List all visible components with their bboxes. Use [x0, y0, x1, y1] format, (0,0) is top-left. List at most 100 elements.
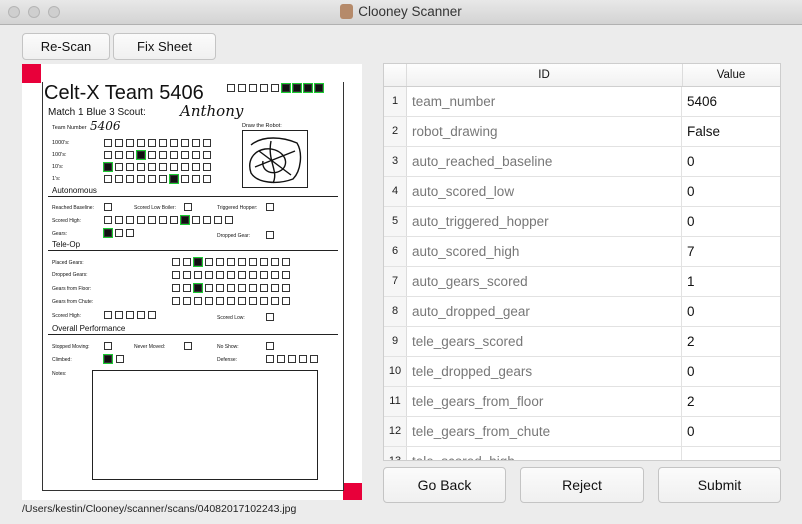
row-id-cell: tele_scored_high: [406, 447, 682, 460]
top-mark: [260, 84, 268, 92]
tele-bubble: [260, 258, 268, 266]
top-mark: [282, 84, 290, 92]
tele-bubble: [216, 284, 224, 292]
row-value-cell[interactable]: 7: [682, 237, 780, 266]
row-number: 2: [384, 117, 407, 146]
tele-bubble: [194, 271, 202, 279]
reject-button[interactable]: Reject: [520, 467, 644, 503]
digit-bubble: [104, 151, 112, 159]
tele-bubble: [216, 271, 224, 279]
defense-bubble: [299, 355, 307, 363]
table-row[interactable]: 7 auto_gears_scored 1: [384, 267, 780, 297]
tele-bubble: [238, 284, 246, 292]
digit-bubble: [192, 163, 200, 171]
file-path: /Users/kestin/Clooney/scanner/scans/0408…: [22, 503, 297, 515]
section-divider: [48, 250, 338, 251]
gears-from-floor-label: Gears from Floor:: [52, 286, 92, 292]
row-value-cell[interactable]: 2: [682, 327, 780, 356]
digit-bubble: [159, 175, 167, 183]
rescan-button[interactable]: Re-Scan: [22, 33, 110, 60]
digit-bubble: [148, 139, 156, 147]
table-row[interactable]: 3 auto_reached_baseline 0: [384, 147, 780, 177]
row-id-cell: tele_dropped_gears: [406, 357, 682, 386]
tele-bubble: [205, 271, 213, 279]
defense-label: Defense:: [217, 357, 238, 363]
data-table[interactable]: ID Value 1 team_number 5406 2 robot_drawing F…: [383, 63, 781, 461]
go-back-button[interactable]: Go Back: [383, 467, 506, 503]
auto-gear-bubble: [104, 229, 112, 237]
row-value-cell[interactable]: 0: [682, 177, 780, 206]
auto-scored-high-label: Scored High:: [52, 218, 81, 224]
table-row[interactable]: 11 tele_gears_from_floor 2: [384, 387, 780, 417]
value-column-header[interactable]: Value: [682, 64, 780, 86]
tele-bubble: [183, 284, 191, 292]
row-number: 13: [384, 447, 407, 460]
digit-bubble: [137, 175, 145, 183]
top-mark: [238, 84, 246, 92]
digit-bubble: [203, 139, 211, 147]
row-value-cell[interactable]: 2: [682, 387, 780, 416]
table-row[interactable]: 9 tele_gears_scored 2: [384, 327, 780, 357]
row-id-cell: auto_scored_low: [406, 177, 682, 206]
digit-bubble: [170, 163, 178, 171]
table-row[interactable]: 5 auto_triggered_hopper 0: [384, 207, 780, 237]
sheet-subtitle: Match 1 Blue 3 Scout:: [48, 107, 146, 118]
digit-bubble: [148, 151, 156, 159]
row-value-cell[interactable]: 0: [682, 297, 780, 326]
row-value-cell[interactable]: 0: [682, 357, 780, 386]
row-number: 3: [384, 147, 407, 176]
tele-scored-low-box: [266, 313, 274, 321]
digit-bubble: [192, 139, 200, 147]
table-row[interactable]: 12 tele_gears_from_chute 0: [384, 417, 780, 447]
row-id-cell: robot_drawing: [406, 117, 682, 146]
section-teleop: Tele-Op: [52, 240, 81, 249]
table-row[interactable]: 6 auto_scored_high 7: [384, 237, 780, 267]
climbed-label: Climbed:: [52, 357, 72, 363]
auto-high-bubble: [203, 216, 211, 224]
digit-bubble: [203, 175, 211, 183]
tele-bubble: [238, 258, 246, 266]
tele-bubble: [205, 297, 213, 305]
table-row[interactable]: 8 auto_dropped_gear 0: [384, 297, 780, 327]
table-row[interactable]: 1 team_number 5406: [384, 87, 780, 117]
submit-button[interactable]: Submit: [658, 467, 781, 503]
table-row[interactable]: 10 tele_dropped_gears 0: [384, 357, 780, 387]
table-row[interactable]: 2 robot_drawing False: [384, 117, 780, 147]
id-column-header[interactable]: ID: [406, 64, 683, 86]
climbed-box-yes: [104, 355, 112, 363]
notes-label: Notes:: [52, 371, 67, 377]
row-value-cell[interactable]: 1: [682, 267, 780, 296]
tele-bubble: [249, 271, 257, 279]
table-header: ID Value: [384, 64, 780, 87]
row-value-cell[interactable]: 0: [682, 417, 780, 446]
row-value-cell[interactable]: 0: [682, 207, 780, 236]
defense-bubble: [310, 355, 318, 363]
tele-bubble: [216, 297, 224, 305]
auto-high-bubble: [192, 216, 200, 224]
tele-bubble: [172, 284, 180, 292]
row-value-cell[interactable]: False: [682, 117, 780, 146]
defense-bubble: [266, 355, 274, 363]
digit-bubble: [104, 139, 112, 147]
scored-low-boiler-box: [184, 203, 192, 211]
tele-bubble: [282, 297, 290, 305]
table-row[interactable]: 13tele_scored_high: [384, 447, 780, 460]
window-title-text: Clooney Scanner: [358, 4, 462, 19]
row-number: 4: [384, 177, 407, 206]
auto-gear-bubble: [126, 229, 134, 237]
row-id-cell: auto_gears_scored: [406, 267, 682, 296]
digit-bubble: [104, 175, 112, 183]
tele-high-bubble: [115, 311, 123, 319]
scored-low-boiler-label: Scored Low Boiler:: [134, 205, 176, 211]
row-value-cell[interactable]: 5406: [682, 87, 780, 116]
digit-bubble: [137, 139, 145, 147]
auto-high-bubble: [115, 216, 123, 224]
tele-bubble: [271, 297, 279, 305]
table-row[interactable]: 4 auto_scored_low 0: [384, 177, 780, 207]
tele-bubble: [249, 284, 257, 292]
digit-bubble: [159, 151, 167, 159]
fix-sheet-button[interactable]: Fix Sheet: [113, 33, 216, 60]
row-value-cell[interactable]: 0: [682, 147, 780, 176]
digit-bubble: [115, 163, 123, 171]
row-value-cell[interactable]: [682, 447, 780, 460]
